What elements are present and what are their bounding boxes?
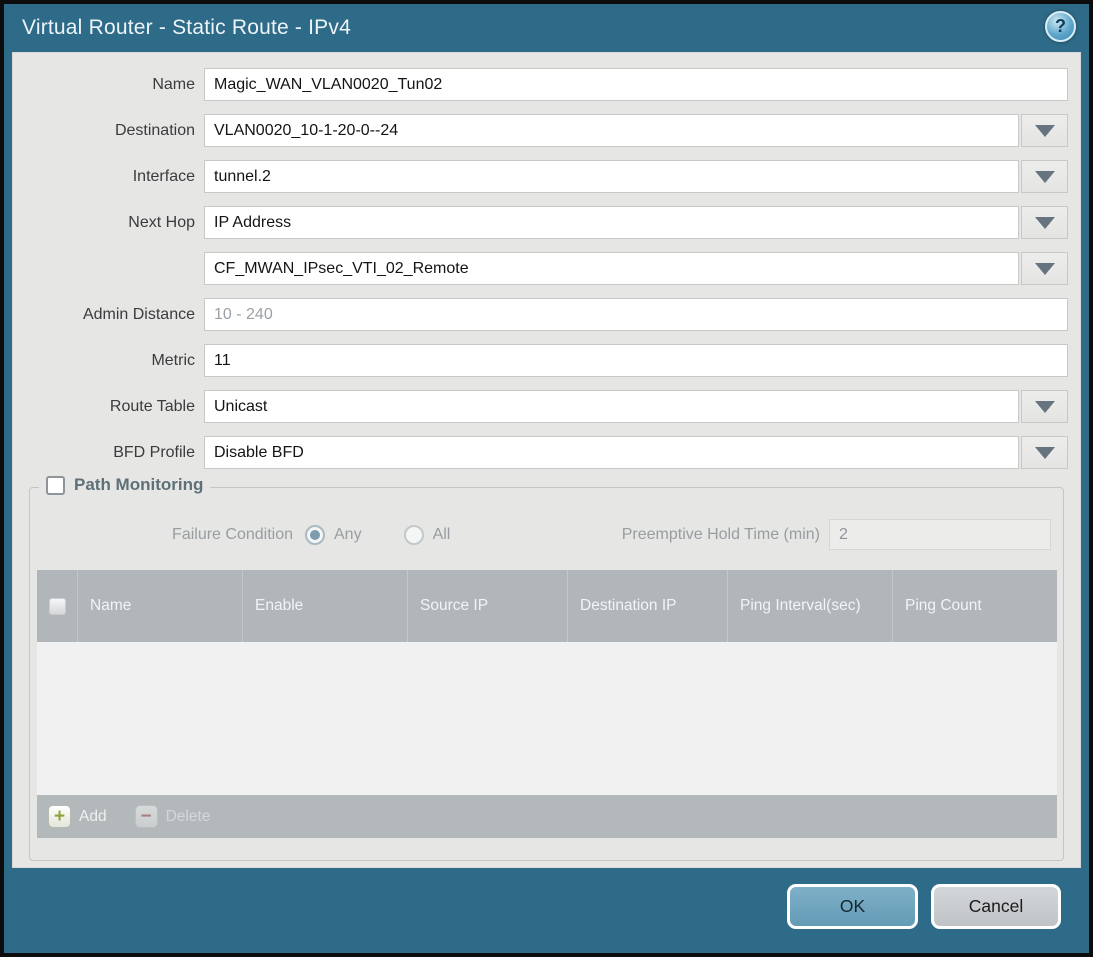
table-body-empty (37, 642, 1057, 795)
interface-field-wrap (204, 160, 1068, 193)
table-header-ping-interval: Ping Interval(sec) (727, 570, 892, 642)
caret-down-icon (1035, 263, 1055, 275)
form-row-name: Name (12, 68, 1068, 101)
form-row-admin-distance: Admin Distance (12, 298, 1068, 331)
add-button-label: Add (79, 808, 107, 826)
path-monitoring-checkbox[interactable] (46, 476, 65, 495)
caret-down-icon (1035, 447, 1055, 459)
form-row-metric: Metric (12, 344, 1068, 377)
table-header-ping-count: Ping Count (892, 570, 1057, 642)
delete-button[interactable]: − Delete (135, 805, 211, 828)
next-hop-type-input[interactable] (204, 206, 1019, 239)
failure-condition-any-label: Any (334, 526, 362, 544)
form-row-bfd-profile: BFD Profile (12, 436, 1068, 469)
bfd-profile-label: BFD Profile (12, 444, 204, 462)
caret-down-icon (1035, 171, 1055, 183)
route-table-field-wrap (204, 390, 1068, 423)
route-table-label: Route Table (12, 398, 204, 416)
metric-input[interactable] (204, 344, 1068, 377)
table-toolbar: + Add − Delete (37, 795, 1057, 838)
path-monitoring-legend: Path Monitoring (39, 475, 210, 495)
table-header-enable: Enable (242, 570, 407, 642)
name-label: Name (12, 76, 204, 94)
metric-label: Metric (12, 352, 204, 370)
failure-condition-any-radio[interactable] (305, 525, 325, 545)
name-field-wrap (204, 68, 1068, 101)
route-table-input[interactable] (204, 390, 1019, 423)
interface-dropdown-button[interactable] (1021, 160, 1068, 193)
preemptive-hold-time-label: Preemptive Hold Time (min) (622, 526, 820, 544)
destination-field-wrap (204, 114, 1068, 147)
name-input[interactable] (204, 68, 1068, 101)
table-header-destination-ip: Destination IP (567, 570, 727, 642)
ok-button[interactable]: OK (787, 884, 918, 929)
dialog-title: Virtual Router - Static Route - IPv4 (22, 16, 351, 40)
interface-input[interactable] (204, 160, 1019, 193)
help-icon[interactable]: ? (1045, 11, 1076, 42)
admin-distance-input[interactable] (204, 298, 1068, 331)
table-select-all-cell (37, 570, 77, 642)
bfd-profile-field-wrap (204, 436, 1068, 469)
form-row-destination: Destination (12, 114, 1068, 147)
next-hop-dropdown-button[interactable] (1021, 206, 1068, 239)
caret-down-icon (1035, 125, 1055, 137)
form-row-interface: Interface (12, 160, 1068, 193)
interface-label: Interface (12, 168, 204, 186)
next-hop-field-wrap (204, 206, 1068, 239)
route-form: Name Destination Interface (12, 52, 1081, 469)
failure-condition-all-label: All (433, 526, 451, 544)
destination-label: Destination (12, 122, 204, 140)
metric-field-wrap (204, 344, 1068, 377)
path-monitoring-title: Path Monitoring (74, 475, 203, 495)
add-button[interactable]: + Add (48, 805, 107, 828)
next-hop-address-dropdown-button[interactable] (1021, 252, 1068, 285)
table-header-source-ip: Source IP (407, 570, 567, 642)
dialog-titlebar: Virtual Router - Static Route - IPv4 ? (4, 4, 1089, 52)
caret-down-icon (1035, 217, 1055, 229)
bfd-profile-input[interactable] (204, 436, 1019, 469)
admin-distance-label: Admin Distance (12, 306, 204, 324)
preemptive-hold-time-group: Preemptive Hold Time (min) (622, 519, 1051, 550)
cancel-button[interactable]: Cancel (931, 884, 1061, 929)
path-monitoring-table: Name Enable Source IP Destination IP Pin… (37, 570, 1057, 838)
path-monitoring-section: Path Monitoring Failure Condition Any Al… (29, 487, 1064, 861)
table-header-row: Name Enable Source IP Destination IP Pin… (37, 570, 1057, 642)
delete-button-label: Delete (166, 808, 211, 826)
next-hop-label: Next Hop (12, 214, 204, 232)
route-table-dropdown-button[interactable] (1021, 390, 1068, 423)
admin-distance-field-wrap (204, 298, 1068, 331)
next-hop-address-input[interactable] (204, 252, 1019, 285)
caret-down-icon (1035, 401, 1055, 413)
destination-input[interactable] (204, 114, 1019, 147)
minus-icon: − (135, 805, 158, 828)
form-row-route-table: Route Table (12, 390, 1068, 423)
plus-icon: + (48, 805, 71, 828)
bfd-profile-dropdown-button[interactable] (1021, 436, 1068, 469)
form-row-next-hop-address (12, 252, 1068, 285)
static-route-dialog: Virtual Router - Static Route - IPv4 ? N… (0, 0, 1093, 957)
form-row-next-hop: Next Hop (12, 206, 1068, 239)
table-header-name: Name (77, 570, 242, 642)
destination-dropdown-button[interactable] (1021, 114, 1068, 147)
failure-condition-row: Failure Condition Any All Preemptive Hol… (30, 518, 1063, 551)
next-hop-address-field-wrap (204, 252, 1068, 285)
dialog-body: Name Destination Interface (12, 52, 1081, 868)
failure-condition-label: Failure Condition (30, 526, 305, 544)
preemptive-hold-time-input[interactable] (829, 519, 1051, 550)
failure-condition-all-radio[interactable] (404, 525, 424, 545)
select-all-checkbox[interactable] (49, 598, 66, 615)
